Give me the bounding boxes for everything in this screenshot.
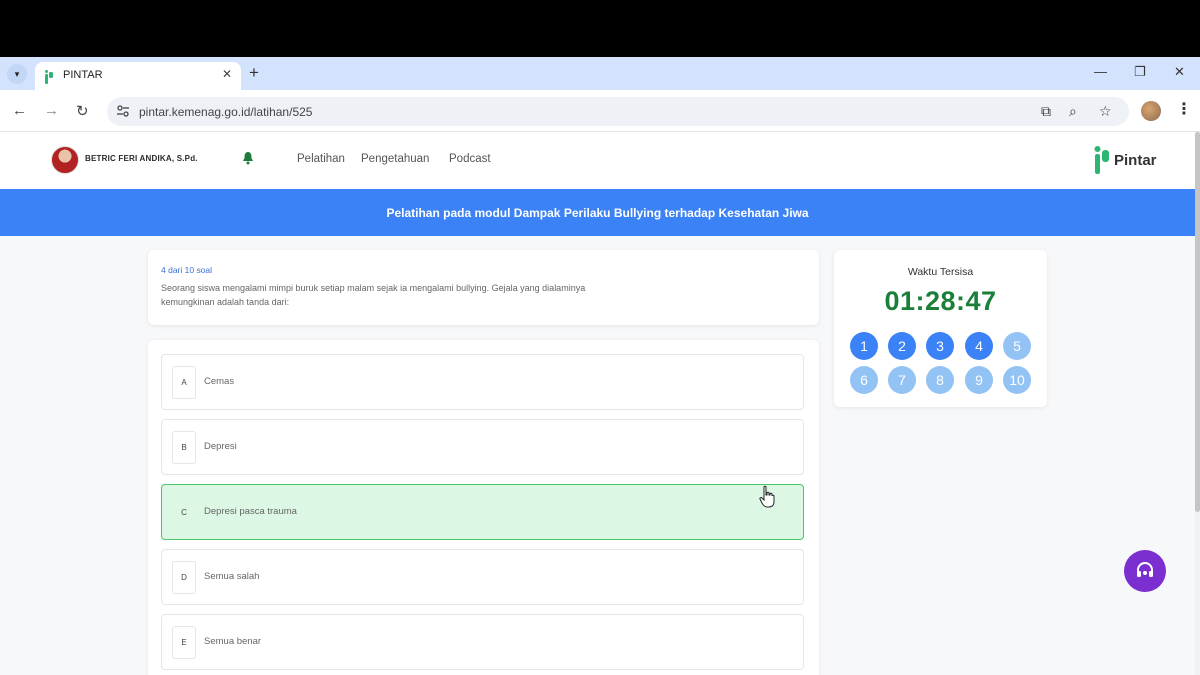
question-card: 4 dari 10 soal Seorang siswa mengalami m… — [148, 250, 819, 325]
page-content: BETRIC FERI ANDIKA, S.Pd. Pelatihan Peng… — [0, 132, 1195, 675]
pintar-logo-icon[interactable] — [1093, 145, 1111, 175]
nav-link-podcast[interactable]: Podcast — [449, 153, 491, 165]
module-banner: Pelatihan pada modul Dampak Perilaku Bul… — [0, 189, 1195, 236]
timer-label: Waktu Tersisa — [907, 266, 974, 278]
question-nav-2[interactable]: 2 — [888, 332, 916, 360]
browser-menu-icon[interactable]: ⋮ — [1176, 99, 1192, 119]
minimize-icon[interactable]: — — [1094, 64, 1107, 79]
site-header: BETRIC FERI ANDIKA, S.Pd. Pelatihan Peng… — [0, 132, 1195, 189]
support-button[interactable] — [1124, 550, 1166, 592]
question-nav-5[interactable]: 5 — [1003, 332, 1031, 360]
tab-search-icon[interactable]: ▾ — [7, 64, 27, 84]
answer-option-a[interactable]: A Cemas — [161, 354, 804, 410]
forward-icon[interactable]: → — [44, 102, 59, 119]
reload-icon[interactable]: ↻ — [76, 102, 89, 120]
question-counter: 4 dari 10 soal — [161, 265, 213, 275]
option-letter: D — [172, 561, 196, 594]
timer-value: 01:28:47 — [884, 286, 997, 316]
question-nav-1[interactable]: 1 — [850, 332, 878, 360]
close-window-icon[interactable]: ✕ — [1174, 64, 1185, 80]
option-text: Semua benar — [204, 636, 262, 647]
option-text: Cemas — [204, 376, 235, 387]
option-letter: E — [172, 626, 196, 659]
site-info-icon[interactable] — [116, 104, 130, 118]
user-avatar[interactable] — [51, 146, 79, 174]
option-text: Depresi pasca trauma — [204, 506, 297, 517]
question-nav-8[interactable]: 8 — [926, 366, 954, 394]
option-text: Depresi — [204, 441, 237, 452]
answer-option-d[interactable]: D Semua salah — [161, 549, 804, 605]
tab-strip: ▾ PINTAR ✕ + — ❐ ✕ — [0, 57, 1200, 90]
question-nav-3[interactable]: 3 — [926, 332, 954, 360]
browser-window: ▾ PINTAR ✕ + — ❐ ✕ ← → ↻ pintar.kemenag.… — [0, 57, 1200, 675]
question-nav-4[interactable]: 4 — [965, 332, 993, 360]
answer-option-c[interactable]: C Depresi pasca trauma — [161, 484, 804, 540]
answer-option-b[interactable]: B Depresi — [161, 419, 804, 475]
browser-toolbar: ← → ↻ pintar.kemenag.go.id/latihan/525 ⧉… — [0, 90, 1200, 132]
question-text: Seorang siswa mengalami mimpi buruk seti… — [161, 283, 586, 307]
scrollbar-thumb[interactable] — [1195, 132, 1200, 512]
logo-text[interactable]: Pintar — [1114, 152, 1157, 169]
hand-cursor-icon — [759, 485, 775, 508]
browser-tab[interactable]: PINTAR ✕ — [35, 62, 241, 90]
profile-avatar[interactable] — [1141, 101, 1161, 121]
question-nav-6[interactable]: 6 — [850, 366, 878, 394]
nav-link-pengetahuan[interactable]: Pengetahuan — [361, 153, 429, 165]
new-tab-icon[interactable]: + — [249, 63, 259, 83]
back-icon[interactable]: ← — [12, 102, 27, 119]
page-scrollbar[interactable] — [1195, 132, 1200, 675]
tab-close-icon[interactable]: ✕ — [222, 67, 232, 81]
address-bar[interactable]: pintar.kemenag.go.id/latihan/525 ⧉ ⌕ ☆ — [107, 97, 1129, 126]
option-letter: C — [181, 508, 187, 517]
nav-link-pelatihan[interactable]: Pelatihan — [297, 153, 345, 165]
letterbox-top — [0, 0, 1200, 57]
answer-list: A Cemas B Depresi C Depresi pasca trauma… — [148, 340, 819, 675]
restore-icon[interactable]: ❐ — [1134, 64, 1146, 80]
option-text: Semua salah — [204, 571, 260, 582]
question-nav-7[interactable]: 7 — [888, 366, 916, 394]
timer-card: Waktu Tersisa 01:28:47 1 2 3 4 5 6 7 8 9… — [834, 250, 1047, 407]
install-app-icon[interactable]: ⧉ — [1041, 103, 1051, 120]
bookmark-star-icon[interactable]: ☆ — [1099, 103, 1112, 120]
question-nav-9[interactable]: 9 — [965, 366, 993, 394]
question-nav-10[interactable]: 10 — [1003, 366, 1031, 394]
answer-option-e[interactable]: E Semua benar — [161, 614, 804, 670]
tab-title: PINTAR — [63, 69, 103, 81]
user-name[interactable]: BETRIC FERI ANDIKA, S.Pd. — [85, 154, 198, 163]
banner-title: Pelatihan pada modul Dampak Perilaku Bul… — [386, 205, 809, 220]
pintar-favicon-icon — [45, 70, 53, 84]
zoom-icon[interactable]: ⌕ — [1069, 103, 1077, 120]
option-letter: A — [172, 366, 196, 399]
bell-icon[interactable] — [242, 151, 254, 165]
url-text[interactable]: pintar.kemenag.go.id/latihan/525 — [139, 105, 312, 119]
option-letter: B — [172, 431, 196, 464]
headset-icon — [1137, 562, 1153, 577]
